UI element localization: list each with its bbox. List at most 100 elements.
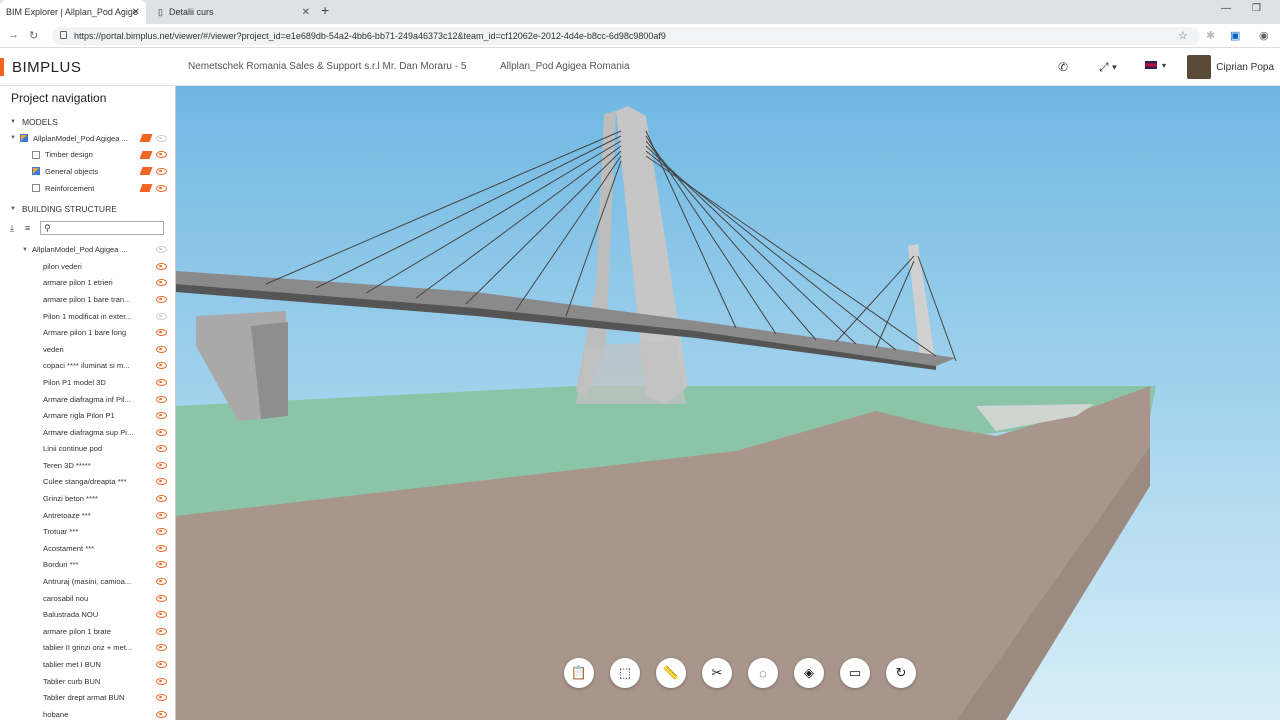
eye-icon[interactable]: [156, 661, 167, 669]
tree-item[interactable]: Balustrada NOU: [0, 606, 175, 623]
model-item[interactable]: Timber design: [0, 147, 175, 164]
eye-icon[interactable]: [156, 578, 167, 586]
expand-all-icon[interactable]: ⤓: [10, 223, 21, 234]
clipboard-icon[interactable]: 📋: [564, 658, 594, 688]
extension-icon[interactable]: ✱: [1206, 29, 1215, 42]
eye-icon[interactable]: [156, 677, 167, 685]
new-tab-icon[interactable]: +: [321, 2, 329, 18]
eye-icon[interactable]: [156, 495, 167, 503]
close-icon[interactable]: ✕: [132, 7, 140, 18]
browser-tab-active[interactable]: BIM Explorer | Allplan_Pod Agige ✕: [0, 0, 146, 24]
structure-search-input[interactable]: ⚲: [40, 221, 164, 236]
project-breadcrumb[interactable]: Allplan_Pod Agigea Romania: [500, 61, 630, 72]
tree-item[interactable]: copaci **** iluminat si m...: [0, 358, 175, 375]
tree-item[interactable]: Culee stanga/dreapta ***: [0, 474, 175, 491]
user-menu[interactable]: Ciprian Popa: [1187, 55, 1274, 79]
eye-icon[interactable]: [156, 644, 167, 652]
tree-item[interactable]: Armare pilon 1 bare long: [0, 324, 175, 341]
tree-item[interactable]: Borduri ***: [0, 557, 175, 574]
tree-item[interactable]: hobane: [0, 706, 175, 720]
select-box-icon[interactable]: ⬚: [610, 658, 640, 688]
eye-icon[interactable]: [156, 445, 167, 453]
model-item[interactable]: Reinforcement: [0, 180, 175, 197]
tree-item[interactable]: Pilon 1 modificat in exter...: [0, 308, 175, 325]
eye-icon[interactable]: [156, 246, 167, 254]
tree-item[interactable]: vederi: [0, 341, 175, 358]
reload-icon[interactable]: ↻: [29, 29, 38, 42]
url-field[interactable]: https://portal.bimplus.net/viewer/#/view…: [52, 27, 1200, 45]
eye-icon[interactable]: [156, 134, 167, 142]
browser-tab[interactable]: ▯ Detalii curs ✕: [150, 0, 316, 24]
team-breadcrumb[interactable]: Nemetschek Romania Sales & Support s.r.l…: [188, 61, 466, 72]
eye-icon[interactable]: [156, 528, 167, 536]
layers-icon[interactable]: [139, 184, 153, 193]
eye-icon[interactable]: [156, 694, 167, 702]
layers-icon[interactable]: [139, 134, 153, 143]
minimize-icon[interactable]: —: [1221, 3, 1231, 14]
close-icon[interactable]: ✕: [302, 7, 310, 18]
model-checkbox[interactable]: [32, 167, 40, 176]
eye-icon[interactable]: [156, 151, 167, 159]
camera-icon[interactable]: ▭: [840, 658, 870, 688]
fullscreen-icon[interactable]: ⤢ ▾: [1099, 60, 1117, 75]
eye-icon[interactable]: [156, 594, 167, 602]
tree-item[interactable]: armare pilon 1 etrieri: [0, 275, 175, 292]
eye-icon[interactable]: [156, 345, 167, 353]
eye-icon[interactable]: [156, 461, 167, 469]
filter-icon[interactable]: ≡: [25, 223, 36, 234]
layers-icon[interactable]: [139, 167, 153, 176]
structure-section-header[interactable]: ▼ BUILDING STRUCTURE: [0, 201, 175, 217]
eye-icon[interactable]: [156, 262, 167, 270]
model-checkbox[interactable]: [19, 134, 28, 143]
eye-icon[interactable]: [156, 295, 167, 303]
tree-item[interactable]: Antretoaze ***: [0, 507, 175, 524]
tree-item[interactable]: Armare diafragma sup Pi...: [0, 424, 175, 441]
eye-icon[interactable]: [156, 627, 167, 635]
eye-icon[interactable]: [156, 478, 167, 486]
eye-icon[interactable]: [156, 378, 167, 386]
eye-icon[interactable]: [156, 544, 167, 552]
layers-icon[interactable]: ◈: [794, 658, 824, 688]
tree-item[interactable]: tablier met I BUN: [0, 656, 175, 673]
logo[interactable]: BIMPLUS: [0, 58, 81, 76]
tree-item[interactable]: carosabil nou: [0, 590, 175, 607]
tree-item[interactable]: Trotuar ***: [0, 523, 175, 540]
tree-root[interactable]: ▼ AllplanModel_Pod Agigea R...: [0, 241, 175, 258]
eye-icon[interactable]: [156, 329, 167, 337]
model-checkbox[interactable]: [32, 150, 40, 159]
star-icon[interactable]: ☆: [1178, 29, 1188, 42]
eye-icon[interactable]: [156, 184, 167, 192]
phone-icon[interactable]: ✆: [1058, 60, 1068, 74]
tree-item[interactable]: Pilon P1 model 3D: [0, 374, 175, 391]
tree-item[interactable]: Tablier drept armat BUN: [0, 689, 175, 706]
tree-item[interactable]: Tablier curb BUN: [0, 673, 175, 690]
eye-icon[interactable]: [156, 412, 167, 420]
eye-icon[interactable]: [156, 362, 167, 370]
eye-icon[interactable]: [156, 428, 167, 436]
eye-icon[interactable]: [156, 611, 167, 619]
model-item[interactable]: ▼ AllplanModel_Pod Agigea ...: [0, 130, 175, 147]
tree-item[interactable]: Armare rigla Pilon P1: [0, 407, 175, 424]
tree-item[interactable]: armare pilon 1 bare tran...: [0, 291, 175, 308]
eye-icon[interactable]: [156, 312, 167, 320]
forward-icon[interactable]: →: [8, 29, 19, 41]
eye-icon[interactable]: [156, 279, 167, 287]
language-selector[interactable]: ▾: [1144, 60, 1166, 70]
reset-icon[interactable]: ↻: [886, 658, 916, 688]
tree-item[interactable]: Grinzi beton ****: [0, 490, 175, 507]
model-item[interactable]: General objects: [0, 163, 175, 180]
tree-item[interactable]: Armare diafragma inf Pil...: [0, 391, 175, 408]
linkedin-icon[interactable]: ▣: [1230, 29, 1240, 42]
eye-icon[interactable]: [156, 710, 167, 718]
tree-item[interactable]: tablier II grinzi oriz + met...: [0, 640, 175, 657]
tree-item[interactable]: Antruraj (masini, camioa...: [0, 573, 175, 590]
eye-icon[interactable]: [156, 561, 167, 569]
eye-icon[interactable]: [156, 167, 167, 175]
models-section-header[interactable]: ▼ MODELS: [0, 114, 175, 130]
eye-icon[interactable]: [156, 395, 167, 403]
restore-icon[interactable]: ❐: [1252, 3, 1261, 14]
layers-icon[interactable]: [139, 150, 153, 159]
tree-item[interactable]: armare pilon 1 brate: [0, 623, 175, 640]
tree-item[interactable]: Linii continue pod: [0, 441, 175, 458]
3d-viewport[interactable]: [176, 86, 1280, 720]
